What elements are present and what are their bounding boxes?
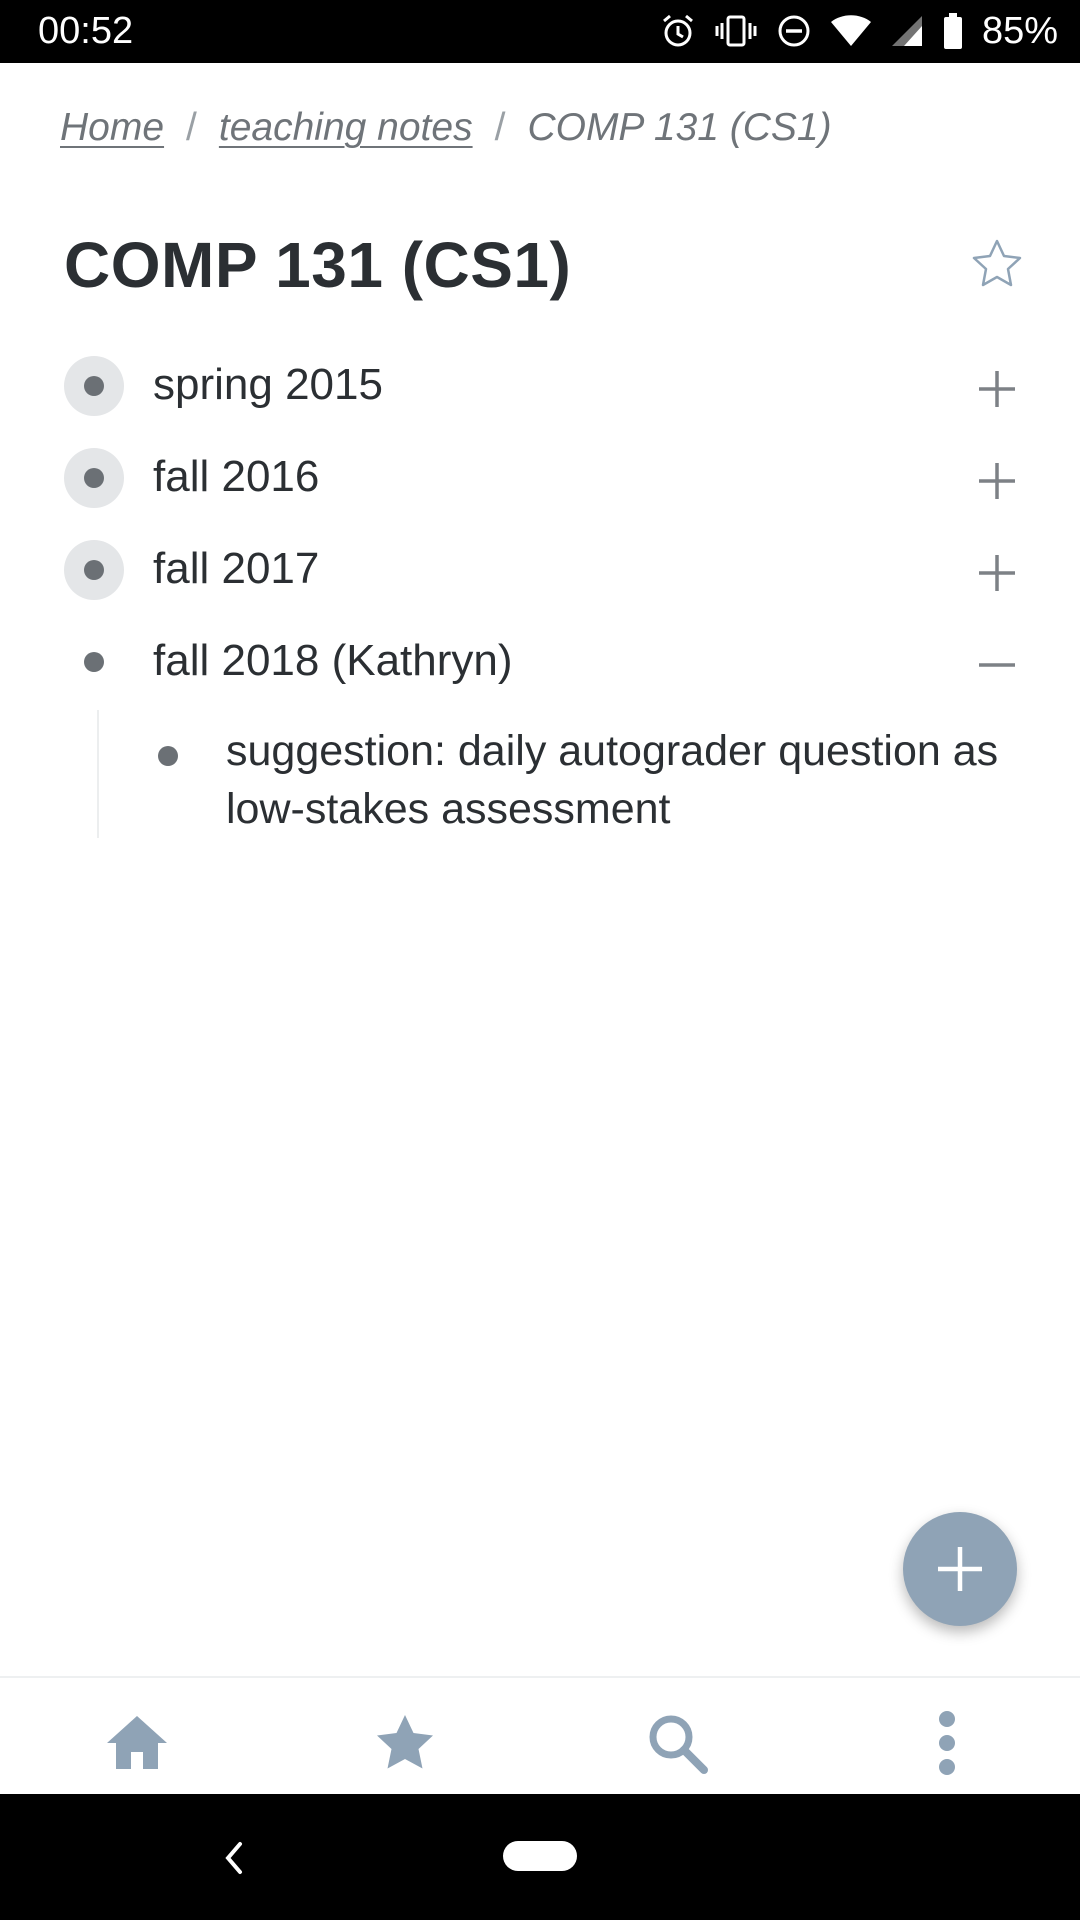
outline-item[interactable]: fall 2017 (0, 524, 1080, 616)
home-pill[interactable] (503, 1841, 577, 1871)
cell-signal-icon (890, 14, 924, 48)
status-bar: 00:52 85% (0, 0, 1080, 63)
vibrate-icon (714, 13, 758, 49)
add-item-button[interactable] (903, 1512, 1017, 1626)
battery-icon (942, 13, 964, 49)
star-outline-icon[interactable] (968, 236, 1026, 294)
home-icon[interactable] (102, 1708, 172, 1778)
breadcrumb-separator: / (494, 106, 506, 149)
bottom-nav (0, 1676, 1080, 1794)
breadcrumb: Home / teaching notes / COMP 131 (CS1) (60, 100, 832, 156)
page-title: COMP 131 (CS1) (64, 229, 572, 301)
bullet-dot[interactable] (158, 746, 178, 766)
outline-item-label[interactable]: fall 2018 (Kathryn) (153, 636, 513, 686)
breadcrumb-home[interactable]: Home (60, 106, 164, 150)
outline-item-label[interactable]: fall 2017 (153, 544, 319, 594)
bullet-dot (84, 652, 104, 672)
minus-icon[interactable] (972, 640, 1022, 690)
breadcrumb-current: COMP 131 (CS1) (527, 106, 832, 149)
status-icons: 85% (660, 8, 1058, 54)
do-not-disturb-icon (776, 13, 812, 49)
breadcrumb-separator: / (186, 106, 197, 149)
more-vertical-icon[interactable] (912, 1708, 982, 1778)
back-icon[interactable] (216, 1836, 252, 1880)
star-icon[interactable] (370, 1708, 440, 1778)
bullet-collapsed[interactable] (64, 448, 124, 508)
outline-item-label[interactable]: fall 2016 (153, 452, 319, 502)
outline-item[interactable]: fall 2018 (Kathryn) (0, 616, 1080, 708)
status-time: 00:52 (38, 10, 134, 52)
system-nav-bar (0, 1794, 1080, 1920)
wifi-icon (830, 14, 872, 48)
alarm-icon (660, 13, 696, 49)
outline-child-item[interactable]: suggestion: daily autograder question as… (0, 722, 1080, 842)
battery-percentage: 85% (981, 9, 1058, 52)
breadcrumb-teaching-notes[interactable]: teaching notes (219, 106, 473, 150)
bullet-collapsed[interactable] (64, 356, 124, 416)
outline-item-label[interactable]: spring 2015 (153, 360, 383, 410)
bullet-collapsed[interactable] (64, 540, 124, 600)
plus-icon[interactable] (972, 456, 1022, 506)
outline-child-label[interactable]: suggestion: daily autograder question as… (226, 722, 1026, 838)
bullet-expanded[interactable] (64, 632, 124, 692)
outline-item[interactable]: fall 2016 (0, 432, 1080, 524)
plus-icon[interactable] (972, 364, 1022, 414)
plus-icon[interactable] (972, 548, 1022, 598)
bullet-dot (84, 376, 104, 396)
bullet-dot (84, 468, 104, 488)
outline-item[interactable]: spring 2015 (0, 340, 1080, 432)
bullet-dot (84, 560, 104, 580)
plus-icon (938, 1547, 982, 1591)
search-icon[interactable] (642, 1708, 712, 1778)
